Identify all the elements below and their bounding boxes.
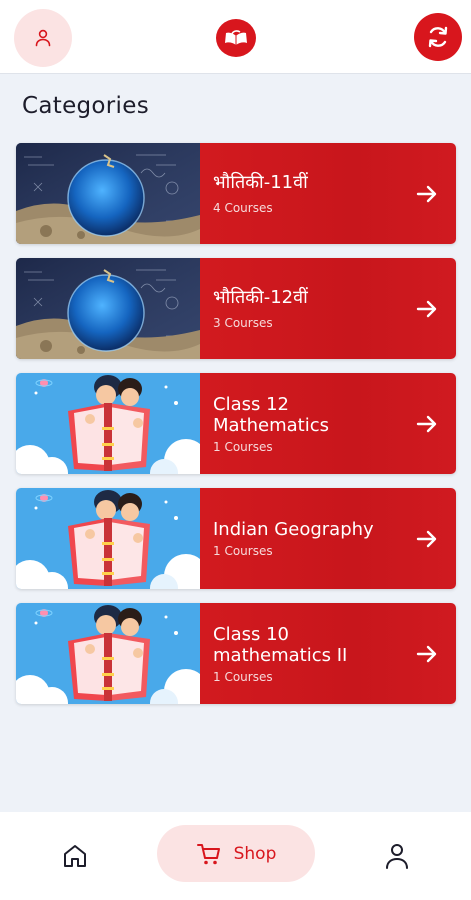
category-card[interactable]: भौतिकी-11वीं 4 Courses [16, 143, 456, 244]
home-icon[interactable] [60, 841, 90, 871]
category-thumbnail [16, 603, 200, 704]
category-card[interactable]: भौतिकी-12वीं 3 Courses [16, 258, 456, 359]
arrow-right-icon[interactable] [414, 411, 440, 437]
category-course-count: 1 Courses [213, 440, 273, 454]
category-info: भौतिकी-11वीं 4 Courses [200, 143, 456, 244]
profile-button[interactable] [14, 9, 72, 67]
category-thumbnail [16, 143, 200, 244]
category-title: भौतिकी-11वीं [213, 172, 308, 193]
top-bar [0, 0, 471, 74]
category-title: Class 12 Mathematics [213, 394, 329, 436]
category-course-count: 1 Courses [213, 670, 273, 684]
category-course-count: 4 Courses [213, 201, 273, 215]
user-icon [35, 29, 51, 47]
category-info: Indian Geography 1 Courses [200, 488, 456, 589]
app-screen: Categories भौतिकी-11वीं 4 Courses भौतिकी… [0, 0, 471, 900]
category-course-count: 1 Courses [213, 544, 273, 558]
page-title: Categories [22, 93, 149, 119]
category-thumbnail [16, 258, 200, 359]
category-thumbnail [16, 373, 200, 474]
category-card[interactable]: Indian Geography 1 Courses [16, 488, 456, 589]
category-info: भौतिकी-12वीं 3 Courses [200, 258, 456, 359]
shop-tab-label: Shop [233, 843, 277, 864]
arrow-right-icon[interactable] [414, 641, 440, 667]
app-logo [216, 19, 256, 57]
category-title: Class 10 mathematics II [213, 624, 348, 666]
cart-icon [196, 843, 220, 864]
bottom-navigation: Shop [0, 812, 471, 900]
category-title: भौतिकी-12वीं [213, 287, 308, 308]
refresh-button[interactable] [414, 13, 462, 61]
arrow-right-icon[interactable] [414, 296, 440, 322]
category-thumbnail [16, 488, 200, 589]
refresh-icon [428, 26, 448, 48]
category-card[interactable]: Class 10 mathematics II 1 Courses [16, 603, 456, 704]
user-icon[interactable] [383, 841, 411, 871]
category-card[interactable]: Class 12 Mathematics 1 Courses [16, 373, 456, 474]
category-info: Class 10 mathematics II 1 Courses [200, 603, 456, 704]
category-title: Indian Geography [213, 519, 374, 540]
arrow-right-icon[interactable] [414, 181, 440, 207]
category-info: Class 12 Mathematics 1 Courses [200, 373, 456, 474]
open-book-logo-icon [225, 30, 247, 45]
category-course-count: 3 Courses [213, 316, 273, 330]
shop-tab[interactable]: Shop [157, 825, 315, 882]
arrow-right-icon[interactable] [414, 526, 440, 552]
